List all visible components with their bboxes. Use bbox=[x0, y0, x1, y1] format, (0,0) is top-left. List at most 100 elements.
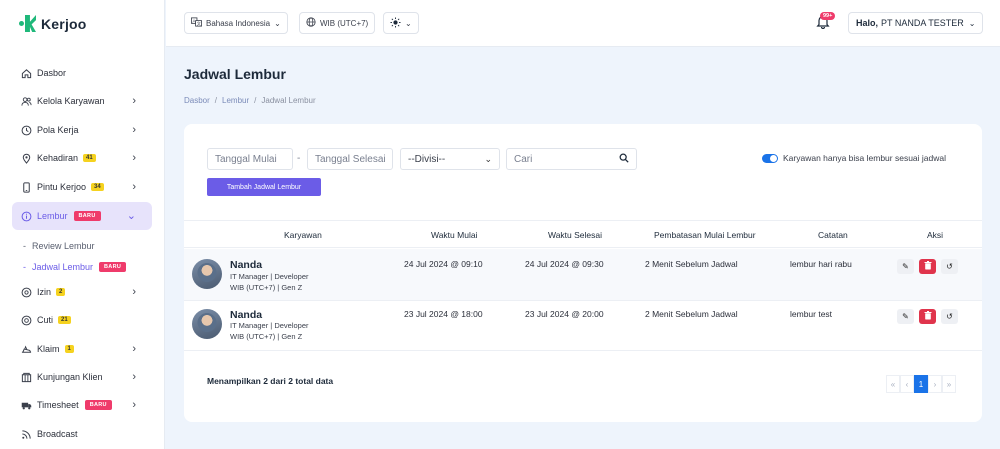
table-row: Nanda IT Manager | Developer WIB (UTC+7)… bbox=[184, 299, 982, 351]
bell-icon bbox=[816, 15, 830, 31]
history-icon: ↺ bbox=[946, 262, 953, 271]
history-button[interactable]: ↺ bbox=[941, 309, 958, 324]
new-badge: BARU bbox=[73, 211, 101, 221]
first-page-button[interactable]: « bbox=[886, 375, 900, 393]
date-range-separator: - bbox=[297, 153, 301, 164]
breadcrumb-separator: / bbox=[214, 96, 218, 105]
sidebar-item-kelola-karyawan[interactable]: Kelola Karyawan › bbox=[12, 90, 152, 112]
timezone-label: WIB (UTC+7) bbox=[320, 18, 369, 28]
sidebar-item-label: Lembur bbox=[37, 211, 68, 221]
breadcrumb-item[interactable]: Dasbor bbox=[184, 96, 210, 105]
column-header: Catatan bbox=[818, 230, 848, 240]
sidebar-item-broadcast[interactable]: Broadcast bbox=[12, 423, 152, 445]
delete-button[interactable] bbox=[919, 309, 936, 324]
sidebar-item-kehadiran[interactable]: Kehadiran 41 › bbox=[12, 147, 152, 169]
sidebar-item-kunjungan-klien[interactable]: Kunjungan Klien › bbox=[12, 366, 152, 388]
trash-icon bbox=[924, 311, 932, 322]
chevron-right-icon: › bbox=[132, 181, 136, 193]
schedule-only-toggle-group: Karyawan hanya bisa lembur sesuai jadwal bbox=[762, 153, 946, 163]
chevron-right-icon: › bbox=[132, 124, 136, 136]
table-row: Nanda IT Manager | Developer WIB (UTC+7)… bbox=[184, 249, 982, 301]
bullet-dash: - bbox=[23, 262, 26, 272]
building-icon bbox=[21, 372, 32, 383]
sidebar-item-label: Kelola Karyawan bbox=[37, 96, 105, 106]
top-bar: A文 Bahasa Indonesia ⌄ WIB (UTC+7) ⌄ 99+ … bbox=[166, 0, 1000, 47]
sidebar-item-label: Izin bbox=[37, 287, 52, 297]
edit-button[interactable]: ✎ bbox=[897, 309, 914, 324]
chevron-down-icon: ⌄ bbox=[484, 154, 492, 164]
breadcrumb-current: Jadwal Lembur bbox=[261, 96, 316, 105]
start-time: 23 Jul 2024 @ 18:00 bbox=[404, 309, 483, 319]
translate-icon: A文 bbox=[191, 17, 202, 29]
user-menu-button[interactable]: Halo, PT NANDA TESTER ⌄ bbox=[848, 12, 984, 34]
sidebar-subitem-jadwal-lembur[interactable]: - Jadwal Lembur BARU bbox=[23, 262, 127, 272]
column-header: Waktu Mulai bbox=[431, 230, 478, 240]
start-date-input[interactable]: Tanggal Mulai bbox=[207, 148, 293, 170]
sidebar-item-lembur[interactable]: Lembur BARU ⌄ bbox=[12, 202, 152, 230]
add-schedule-button[interactable]: Tambah Jadwal Lembur bbox=[207, 178, 321, 196]
search-input[interactable]: Cari bbox=[506, 148, 613, 170]
chevron-down-icon: ⌄ bbox=[405, 18, 412, 28]
sidebar-subitem-review-lembur[interactable]: - Review Lembur bbox=[23, 241, 95, 251]
history-icon: ↺ bbox=[946, 312, 953, 321]
sidebar-item-label: Pola Kerja bbox=[37, 125, 79, 135]
bullet-dash: - bbox=[23, 241, 26, 251]
new-badge: BARU bbox=[84, 400, 112, 410]
count-badge: 1 bbox=[64, 345, 74, 353]
next-page-button[interactable]: › bbox=[928, 375, 942, 393]
count-badge: 34 bbox=[91, 183, 104, 191]
history-button[interactable]: ↺ bbox=[941, 259, 958, 274]
user-name: PT NANDA TESTER bbox=[881, 18, 964, 28]
edit-button[interactable]: ✎ bbox=[897, 259, 914, 274]
end-time: 23 Jul 2024 @ 20:00 bbox=[525, 309, 604, 319]
breadcrumb: Dasbor / Lembur / Jadwal Lembur bbox=[184, 96, 316, 105]
sidebar-item-dasbor[interactable]: Dasbor bbox=[12, 62, 152, 84]
timezone-selector[interactable]: WIB (UTC+7) bbox=[299, 12, 376, 34]
theme-selector[interactable]: ⌄ bbox=[383, 12, 419, 34]
sidebar-item-pintu-kerjoo[interactable]: Pintu Kerjoo 34 › bbox=[12, 176, 152, 198]
truck-icon bbox=[21, 400, 32, 411]
phone-icon bbox=[21, 181, 32, 193]
breadcrumb-item[interactable]: Lembur bbox=[222, 96, 249, 105]
restriction: 2 Menit Sebelum Jadwal bbox=[645, 309, 738, 319]
column-header: Aksi bbox=[927, 230, 944, 240]
schedule-only-toggle[interactable] bbox=[762, 153, 778, 163]
prev-page-button[interactable]: ‹ bbox=[900, 375, 914, 393]
input-placeholder: Cari bbox=[514, 153, 533, 165]
end-date-input[interactable]: Tanggal Selesai bbox=[307, 148, 393, 170]
trash-icon bbox=[924, 261, 932, 272]
page-title: Jadwal Lembur bbox=[184, 66, 286, 82]
brand-logo[interactable]: Kerjoo bbox=[19, 15, 87, 32]
sidebar-item-klaim[interactable]: Klaim 1 › bbox=[12, 338, 152, 360]
sidebar-item-label: Kehadiran bbox=[37, 153, 79, 163]
language-selector[interactable]: A文 Bahasa Indonesia ⌄ bbox=[184, 12, 288, 34]
input-placeholder: Tanggal Mulai bbox=[215, 153, 277, 165]
chevron-right-icon: › bbox=[132, 95, 136, 107]
sidebar-item-label: Kunjungan Klien bbox=[37, 372, 103, 382]
users-icon bbox=[21, 96, 32, 107]
division-select[interactable]: --Divisi-- ⌄ bbox=[400, 148, 500, 170]
brand-name: Kerjoo bbox=[41, 15, 87, 32]
employee-info: WIB (UTC+7) | Gen Z bbox=[230, 332, 303, 341]
sidebar: Kerjoo Dasbor Kelola Karyawan › Pola Ker… bbox=[0, 0, 165, 449]
last-page-button[interactable]: » bbox=[942, 375, 956, 393]
sidebar-item-izin[interactable]: Izin 2 › bbox=[12, 281, 152, 303]
page-button-current[interactable]: 1 bbox=[914, 375, 928, 393]
delete-button[interactable] bbox=[919, 259, 936, 274]
rss-icon bbox=[21, 429, 32, 440]
sidebar-item-timesheet[interactable]: Timesheet BARU › bbox=[12, 394, 152, 416]
chevron-down-icon: ⌄ bbox=[968, 18, 976, 28]
chevron-right-icon: › bbox=[132, 152, 136, 164]
search-button[interactable] bbox=[612, 148, 637, 170]
employee-info: WIB (UTC+7) | Gen Z bbox=[230, 283, 303, 292]
language-label: Bahasa Indonesia bbox=[206, 18, 271, 28]
column-header: Pembatasan Mulai Lembur bbox=[654, 230, 756, 240]
circle-dot-icon bbox=[21, 315, 32, 326]
sidebar-item-pola-kerja[interactable]: Pola Kerja › bbox=[12, 119, 152, 141]
input-placeholder: Tanggal Selesai bbox=[315, 153, 386, 165]
sidebar-item-cuti[interactable]: Cuti 21 bbox=[12, 309, 152, 331]
globe-icon bbox=[306, 17, 316, 29]
sidebar-item-label: Pintu Kerjoo bbox=[37, 182, 87, 192]
note: lembur test bbox=[790, 309, 833, 319]
count-badge: 21 bbox=[58, 316, 71, 324]
